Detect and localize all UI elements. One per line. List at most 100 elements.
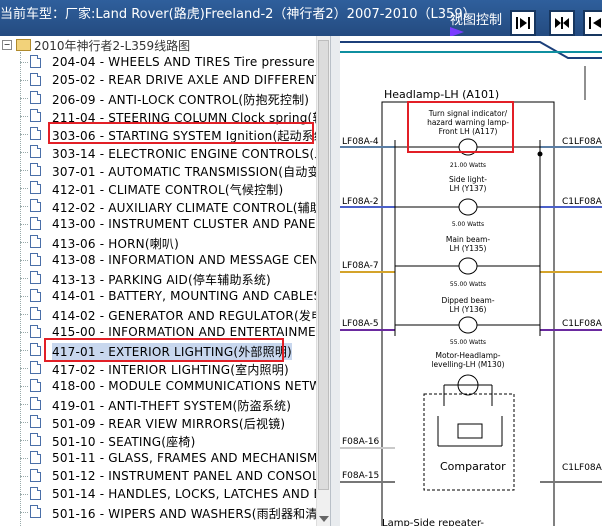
tree-item-label: 415-00 - INFORMATION AND ENTERTAINMENT — [52, 325, 330, 339]
lamp-label: Dipped beam- — [441, 296, 494, 305]
tree-item[interactable]: 501-12 - INSTRUMENT PANEL AND CONSOLE( — [20, 467, 330, 485]
tree-root-label: 2010年神行者2-L359线路图 — [34, 39, 191, 53]
title-bar: 当前车型：厂家:Land Rover(路虎)Freeland-2（神行者2）20… — [0, 0, 602, 36]
lamp-label: hazard warning lamp- — [427, 118, 509, 127]
tree-root[interactable]: − 2010年神行者2-L359线路图 — [0, 36, 330, 53]
document-icon — [30, 127, 41, 140]
document-icon — [30, 289, 41, 302]
current-model-title: 当前车型：厂家:Land Rover(路虎)Freeland-2（神行者2）20… — [0, 7, 476, 22]
next-component-label: Lamp-Side repeater- — [382, 518, 484, 526]
tree-item-label: 501-09 - REAR VIEW MIRRORS(后视镜) — [52, 417, 286, 431]
pin-label: C1LF08A — [562, 319, 602, 329]
tree-item[interactable]: 419-01 - ANTI-THEFT SYSTEM(防盗系统) — [20, 395, 330, 413]
tree-item-label: 414-02 - GENERATOR AND REGULATOR(发电机 — [52, 309, 330, 323]
collapse-icon[interactable]: − — [2, 40, 12, 50]
lamp-label: LH (Y136) — [450, 305, 487, 314]
tree-scrollbar[interactable] — [316, 36, 330, 526]
lamp-label: Turn signal indicator/ — [428, 109, 508, 118]
document-icon — [30, 415, 41, 428]
bulb-icon — [395, 316, 540, 334]
tree-item[interactable]: 413-13 - PARKING AID(停车辅助系统) — [20, 269, 330, 287]
bulb-icon — [395, 198, 540, 216]
wattage-label: 5.00 Watts — [452, 221, 484, 228]
tree-item[interactable]: 307-01 - AUTOMATIC TRANSMISSION(自动变速 — [20, 161, 330, 179]
tree-item[interactable]: 501-10 - SEATING(座椅) — [20, 431, 330, 449]
play-triangle-icon[interactable] — [450, 27, 464, 36]
document-icon — [30, 487, 41, 500]
wattage-label: 55.00 Watts — [450, 339, 486, 346]
document-icon — [30, 433, 41, 446]
scroll-thumb[interactable] — [318, 40, 329, 490]
document-icon — [30, 145, 41, 158]
tree-branch-line — [20, 242, 28, 243]
tree-item[interactable]: 501-14 - HANDLES, LOCKS, LATCHES AND EN — [20, 485, 330, 503]
move-left-button[interactable] — [583, 10, 602, 36]
document-icon — [30, 325, 41, 338]
document-icon — [30, 343, 41, 356]
lamp-label: Main beam- — [446, 235, 491, 244]
tree-branch-line — [20, 80, 28, 81]
tree-item[interactable]: 413-00 - INSTRUMENT CLUSTER AND PANEL I — [20, 215, 330, 233]
tree-item[interactable]: 414-01 - BATTERY, MOUNTING AND CABLES( — [20, 287, 330, 305]
tree-item[interactable]: 418-00 - MODULE COMMUNICATIONS NETWO — [20, 377, 330, 395]
document-icon — [30, 361, 41, 374]
tree-item-label: 413-13 - PARKING AID(停车辅助系统) — [52, 273, 271, 287]
tree-item[interactable]: 412-02 - AUXILIARY CLIMATE CONTROL(辅助气 — [20, 197, 330, 215]
tree-branch-line — [20, 404, 28, 405]
tree-item-label: 414-01 - BATTERY, MOUNTING AND CABLES( — [52, 289, 327, 303]
tree-item-label: 206-09 - ANTI-LOCK CONTROL(防抱死控制) — [52, 93, 310, 107]
tree-item-label: 501-14 - HANDLES, LOCKS, LATCHES AND EN — [52, 487, 330, 501]
split-view-button[interactable] — [549, 10, 575, 36]
tree-item-label: 418-00 - MODULE COMMUNICATIONS NETWO — [52, 379, 330, 393]
view-control-label: 视图控制 — [450, 13, 503, 28]
tree-item[interactable]: 413-06 - HORN(喇叭) — [20, 233, 330, 251]
tree-branch-line — [20, 170, 28, 171]
tree-item[interactable]: 206-09 - ANTI-LOCK CONTROL(防抱死控制) — [20, 89, 330, 107]
wiring-tree: − 2010年神行者2-L359线路图 204-04 - WHEELS AND … — [0, 36, 330, 526]
tree-item-label: 204-04 - WHEELS AND TIRES Tire pressure … — [52, 55, 330, 69]
wattage-label: 55.00 Watts — [450, 281, 486, 288]
tree-item[interactable]: 204-04 - WHEELS AND TIRES Tire pressure … — [20, 53, 330, 71]
tree-item-label: 417-02 - INTERIOR LIGHTING(室内照明) — [52, 363, 289, 377]
tree-branch-line — [20, 260, 28, 261]
tree-branch-line — [20, 188, 28, 189]
document-icon — [30, 109, 41, 122]
scroll-down-arrow-icon[interactable] — [319, 516, 329, 522]
tree-item-label: 303-14 - ELECTRONIC ENGINE CONTROLS(发 — [52, 147, 327, 161]
tree-branch-line — [20, 332, 28, 333]
tree-item-label: 413-08 - INFORMATION AND MESSAGE CENTI — [52, 253, 330, 267]
tree-branch-line — [20, 440, 28, 441]
document-icon — [30, 91, 41, 104]
tree-item[interactable]: 303-14 - ELECTRONIC ENGINE CONTROLS(发 — [20, 143, 330, 161]
wiring-diagram: Headlamp-LH (A101) LF08A-4 LF08A-2 LF08A… — [340, 36, 602, 526]
motor-icon — [443, 374, 493, 406]
tree-branch-line — [20, 206, 28, 207]
tree-item-label: 501-10 - SEATING(座椅) — [52, 435, 196, 449]
tree-branch-line — [20, 458, 28, 459]
tree-item[interactable]: 501-09 - REAR VIEW MIRRORS(后视镜) — [20, 413, 330, 431]
document-icon — [30, 235, 41, 248]
document-icon — [30, 307, 41, 320]
pin-label: C1LF08A — [562, 197, 602, 207]
document-icon — [30, 451, 41, 464]
tree-item-label: 501-12 - INSTRUMENT PANEL AND CONSOLE( — [52, 469, 330, 483]
split-arrows-icon — [555, 17, 569, 29]
tree-item[interactable]: 413-08 - INFORMATION AND MESSAGE CENTI — [20, 251, 330, 269]
move-right-button[interactable] — [510, 10, 536, 36]
pin-label: LF08A-7 — [342, 261, 379, 271]
tree-item-label: 419-01 - ANTI-THEFT SYSTEM(防盗系统) — [52, 399, 292, 413]
tree-item-label: 413-06 - HORN(喇叭) — [52, 237, 180, 251]
document-icon — [30, 469, 41, 482]
lamp-label: LH (Y137) — [450, 184, 487, 193]
document-icon — [30, 271, 41, 284]
tree-item[interactable]: 205-02 - REAR DRIVE AXLE AND DIFFERENTI — [20, 71, 330, 89]
tree-item[interactable]: 414-02 - GENERATOR AND REGULATOR(发电机 — [20, 305, 330, 323]
pane-splitter[interactable] — [330, 36, 340, 526]
tree-item[interactable]: 501-11 - GLASS, FRAMES AND MECHANISMS( — [20, 449, 330, 467]
tree-branch-line — [20, 476, 28, 477]
pin-label: LF08A-5 — [342, 319, 379, 329]
tree-branch-line — [20, 422, 28, 423]
tree-item[interactable]: 412-01 - CLIMATE CONTROL(气候控制) — [20, 179, 330, 197]
document-icon — [30, 73, 41, 86]
tree-item[interactable]: 501-16 - WIPERS AND WASHERS(雨刮器和清洗 — [20, 503, 330, 521]
